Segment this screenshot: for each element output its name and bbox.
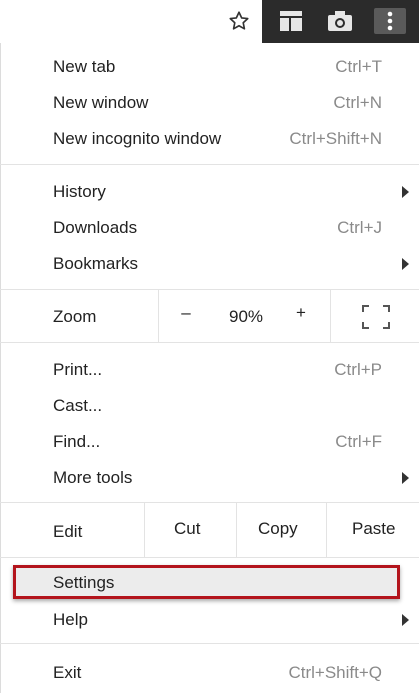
- menu-item-bookmarks[interactable]: Bookmarks: [0, 246, 419, 282]
- menu-item-label: Find...: [53, 432, 101, 451]
- menu-item-help[interactable]: Help: [0, 602, 419, 638]
- shortcut-label: Ctrl+Shift+N: [289, 129, 382, 148]
- copy-button[interactable]: Copy: [258, 519, 298, 539]
- menu-item-label: Downloads: [53, 218, 138, 237]
- menu-item-exit[interactable]: Exit Ctrl+Shift+Q: [0, 655, 419, 691]
- menu-item-downloads[interactable]: Downloads Ctrl+J: [0, 210, 419, 246]
- menu-divider: [0, 643, 419, 644]
- edit-divider: [326, 503, 327, 557]
- menu-item-new-window[interactable]: New window Ctrl+N: [0, 85, 419, 121]
- menu-item-print[interactable]: Print... Ctrl+P: [0, 352, 419, 388]
- menu-item-settings[interactable]: Settings: [0, 566, 419, 602]
- browser-toolbar: [0, 0, 419, 43]
- menu-item-label: History: [53, 182, 106, 201]
- zoom-divider: [158, 290, 159, 342]
- menu-item-label: Print...: [53, 360, 103, 379]
- edit-label: Edit: [53, 522, 83, 541]
- camera-icon[interactable]: [327, 8, 353, 34]
- zoom-level: 90%: [229, 307, 264, 326]
- cut-button[interactable]: Cut: [174, 519, 200, 539]
- menu-divider: [0, 557, 419, 558]
- menu-item-label: Bookmarks: [53, 254, 139, 273]
- submenu-arrow-icon: [402, 614, 409, 626]
- menu-item-label: New window: [53, 93, 149, 112]
- star-icon[interactable]: [226, 8, 252, 34]
- menu-item-new-incognito-window[interactable]: New incognito window Ctrl+Shift+N: [0, 121, 419, 157]
- fullscreen-icon[interactable]: [362, 305, 390, 329]
- zoom-divider: [330, 290, 331, 342]
- menu-item-label: Exit: [53, 663, 82, 682]
- shortcut-label: Ctrl+Shift+Q: [288, 663, 382, 682]
- submenu-arrow-icon: [402, 472, 409, 484]
- menu-divider: [0, 164, 419, 165]
- zoom-out-button[interactable]: –: [174, 303, 198, 323]
- menu-item-label: New incognito window: [53, 129, 222, 148]
- menu-divider: [0, 342, 419, 343]
- shortcut-label: Ctrl+N: [333, 93, 382, 112]
- shortcut-label: Ctrl+J: [337, 218, 382, 237]
- submenu-arrow-icon: [402, 258, 409, 270]
- edit-divider: [144, 503, 145, 557]
- menu-item-label: Cast...: [53, 396, 103, 415]
- zoom-row: Zoom – 90% +: [0, 290, 419, 342]
- menu-item-label: New tab: [53, 57, 116, 76]
- edit-row: Edit Cut Copy Paste: [0, 503, 419, 557]
- shortcut-label: Ctrl+T: [335, 57, 382, 76]
- kebab-menu-icon[interactable]: [374, 8, 406, 34]
- submenu-arrow-icon: [402, 186, 409, 198]
- shortcut-label: Ctrl+P: [334, 360, 382, 379]
- shortcut-label: Ctrl+F: [335, 432, 382, 451]
- menu-item-label: More tools: [53, 468, 133, 487]
- menu-item-label: Help: [53, 610, 88, 629]
- zoom-in-button[interactable]: +: [289, 303, 313, 323]
- paste-button[interactable]: Paste: [352, 519, 395, 539]
- zoom-label: Zoom: [53, 307, 97, 326]
- menu-item-more-tools[interactable]: More tools: [0, 460, 419, 496]
- menu-item-new-tab[interactable]: New tab Ctrl+T: [0, 49, 419, 85]
- edit-divider: [236, 503, 237, 557]
- panel-icon[interactable]: [278, 8, 304, 34]
- menu-item-history[interactable]: History: [0, 174, 419, 210]
- menu-item-label: Settings: [53, 573, 115, 592]
- menu-item-cast[interactable]: Cast...: [0, 388, 419, 424]
- menu-item-find[interactable]: Find... Ctrl+F: [0, 424, 419, 460]
